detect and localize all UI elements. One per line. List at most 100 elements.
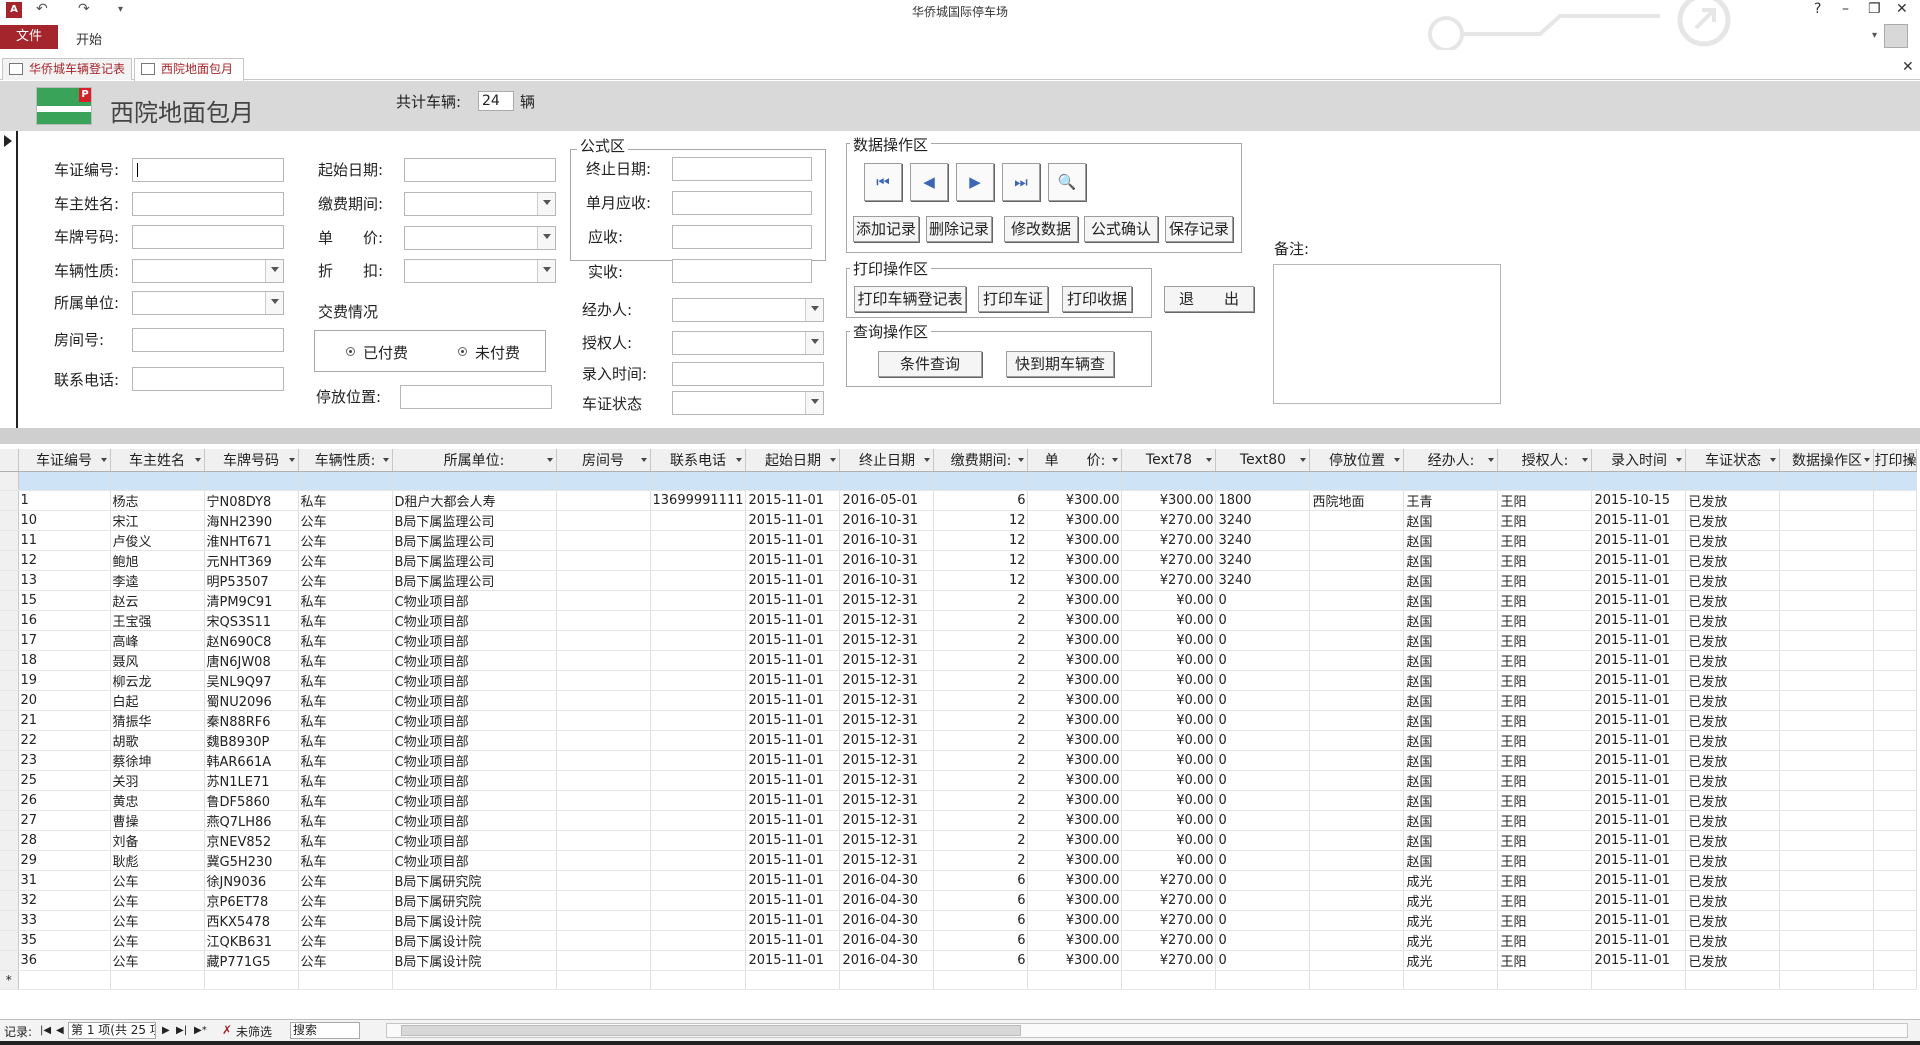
table-cell[interactable] [556,970,651,990]
table-cell[interactable]: 王阳 [1497,550,1593,571]
table-cell[interactable] [1309,510,1405,531]
table-cell[interactable]: 2015-11-01 [1591,610,1687,631]
confirm-formula-button[interactable]: 公式确认 [1084,216,1158,242]
sort-filter-icon[interactable] [546,458,553,462]
table-cell[interactable]: 0 [1215,770,1311,791]
table-cell[interactable]: ¥300.00 [1027,650,1123,671]
table-cell[interactable]: 已发放 [1685,510,1781,531]
table-row[interactable]: 25 关羽 苏N1LE71 私车 C物业项目部 2015-11-01 2015-12-31 2… [0,770,1918,791]
table-cell[interactable] [556,790,651,811]
table-cell[interactable] [1121,970,1217,990]
table-cell[interactable] [1779,930,1875,951]
table-cell[interactable]: 2015-11-01 [1591,510,1687,531]
table-cell[interactable]: 公车 [110,950,205,971]
table-cell[interactable]: 赵国 [1403,810,1499,831]
table-cell[interactable]: 私车 [298,630,393,651]
table-cell[interactable] [650,810,747,831]
sort-filter-icon[interactable] [1112,458,1119,462]
table-cell[interactable]: 2015-12-31 [839,610,935,631]
table-cell[interactable] [1309,550,1405,571]
radio-unpaid[interactable]: 未付费 [458,342,520,363]
received-input[interactable] [672,259,812,283]
table-cell[interactable]: 2015-11-01 [745,790,841,811]
table-cell[interactable]: 0 [1215,690,1311,711]
table-cell[interactable] [650,870,747,891]
table-cell[interactable] [1779,850,1875,871]
table-cell[interactable]: 2015-12-31 [839,590,935,611]
entry-time-input[interactable] [672,362,824,386]
table-cell[interactable] [1873,530,1918,551]
table-cell[interactable]: 赵国 [1403,770,1499,791]
table-cell[interactable]: 已发放 [1685,490,1781,511]
table-cell[interactable]: 0 [1215,810,1311,831]
restore-button[interactable]: ❐ [1868,1,1881,17]
close-window-button[interactable]: ✕ [1896,1,1908,17]
table-cell[interactable]: 曹操 [110,810,205,831]
end-date-input[interactable] [672,157,812,181]
sort-filter-icon[interactable] [1676,458,1683,462]
table-cell[interactable] [1779,471,1875,491]
no-filter-label[interactable]: 未筛选 [236,1023,272,1040]
table-row[interactable]: 31 公车 徐JN9036 公车 B局下属研究院 2015-11-01 2016-04-30… [0,870,1918,891]
table-cell[interactable]: ¥300.00 [1027,750,1123,771]
table-cell[interactable] [1873,471,1918,491]
table-row[interactable]: 26 黄忠 鲁DF5860 私车 C物业项目部 2015-11-01 2015-12-31 2… [0,790,1918,811]
new-record-row[interactable]: * [0,970,1918,990]
table-cell[interactable]: 2 [933,830,1029,851]
due-input[interactable] [672,225,812,249]
table-cell[interactable]: 2016-04-30 [839,910,935,931]
table-cell[interactable]: 2015-11-01 [1591,830,1687,851]
table-cell[interactable]: 赵国 [1403,750,1499,771]
table-cell[interactable]: 2015-11-01 [745,710,841,731]
table-cell[interactable]: ¥270.00 [1121,510,1217,531]
table-cell[interactable] [650,890,747,911]
column-header[interactable]: 停放位置 [1309,449,1405,472]
table-cell[interactable]: 关羽 [110,770,205,791]
table-cell[interactable] [1685,471,1781,491]
next-record-icon[interactable]: ▶ [956,163,994,201]
table-cell[interactable]: 已发放 [1685,630,1781,651]
row-selector[interactable] [0,690,19,711]
table-cell[interactable]: B局下属设计院 [392,910,557,931]
table-cell[interactable] [556,590,651,611]
table-row[interactable]: 15 赵云 清PM9C91 私车 C物业项目部 2015-11-01 2015-12-31 2… [0,590,1918,611]
table-cell[interactable]: 已发放 [1685,850,1781,871]
table-cell[interactable] [1309,650,1405,671]
table-cell[interactable]: C物业项目部 [392,770,557,791]
table-cell[interactable]: 2016-10-31 [839,550,935,571]
table-cell[interactable]: 2015-11-01 [1591,550,1687,571]
table-cell[interactable]: 3240 [1215,550,1311,571]
table-cell[interactable]: ¥300.00 [1027,910,1123,931]
table-cell[interactable]: 冀G5H230 [204,850,299,871]
table-cell[interactable]: 赵国 [1403,510,1499,531]
table-cell[interactable] [556,570,651,591]
table-cell[interactable] [556,770,651,791]
table-cell[interactable]: 唐N6JW08 [204,650,299,671]
table-cell[interactable] [1309,670,1405,691]
table-cell[interactable]: 公车 [110,870,205,891]
table-cell[interactable] [1309,630,1405,651]
table-cell[interactable]: ¥0.00 [1121,790,1217,811]
table-cell[interactable]: 2015-12-31 [839,830,935,851]
table-cell[interactable]: 王宝强 [110,610,205,631]
row-selector[interactable] [0,890,19,911]
discount-select[interactable] [404,259,556,283]
table-cell[interactable] [1873,490,1918,511]
table-cell[interactable] [18,970,111,990]
table-cell[interactable]: 2 [933,670,1029,691]
table-row[interactable]: 32 公车 京P6ET78 公车 B局下属研究院 2015-11-01 2016-04-30… [0,890,1918,911]
table-cell[interactable]: B局下属监理公司 [392,570,557,591]
table-cell[interactable]: 13699991111 [650,490,747,511]
table-cell[interactable]: ¥0.00 [1121,690,1217,711]
table-cell[interactable]: 公车 [298,550,393,571]
table-cell[interactable]: 2 [933,790,1029,811]
table-cell[interactable]: 2015-11-01 [745,930,841,951]
table-cell[interactable]: 2015-12-31 [839,690,935,711]
table-cell[interactable] [556,730,651,751]
table-cell[interactable]: 2015-12-31 [839,790,935,811]
table-cell[interactable]: 成光 [1403,870,1499,891]
table-cell[interactable]: 1 [18,490,111,511]
table-cell[interactable] [556,750,651,771]
phone-input[interactable] [132,367,284,391]
table-cell[interactable] [1873,570,1918,591]
